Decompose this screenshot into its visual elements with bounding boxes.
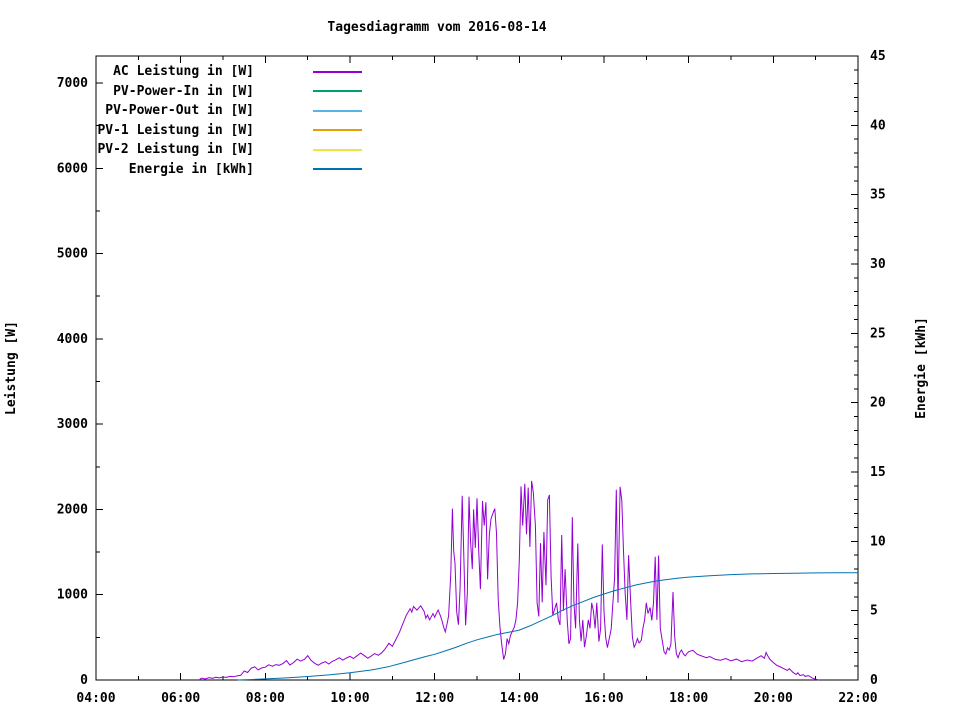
- x-tick-label: 14:00: [500, 691, 539, 706]
- legend-line-sample: [313, 129, 362, 132]
- y-left-tick-label: 7000: [57, 76, 88, 91]
- legend-item-label: PV-1 Leistung in [W]: [97, 122, 254, 138]
- y-right-tick-label: 45: [870, 49, 886, 64]
- chart-canvas: Tagesdiagramm vom 2016-08-14 Leistung [W…: [0, 0, 960, 720]
- x-tick-label: 10:00: [330, 691, 369, 706]
- x-tick-label: 18:00: [669, 691, 708, 706]
- legend-item: AC Leistung in [W]: [96, 62, 362, 82]
- legend-item-label: PV-Power-In in [W]: [113, 83, 254, 99]
- legend-item-label: PV-Power-Out in [W]: [105, 103, 254, 119]
- y-left-tick-label: 3000: [57, 417, 88, 432]
- legend: AC Leistung in [W] PV-Power-In in [W] PV-P…: [96, 62, 362, 179]
- x-tick-label: 08:00: [246, 691, 285, 706]
- y-right-tick-label: 35: [870, 188, 886, 203]
- x-tick-label: 20:00: [754, 691, 793, 706]
- y-left-tick-label: 2000: [57, 502, 88, 517]
- y-right-tick-label: 10: [870, 534, 886, 549]
- legend-item-label: AC Leistung in [W]: [113, 64, 254, 80]
- legend-line-sample: [313, 168, 362, 171]
- legend-item-label: Energie in [kWh]: [128, 161, 254, 177]
- y-left-tick-label: 1000: [57, 588, 88, 603]
- legend-item: PV-2 Leistung in [W]: [96, 140, 362, 160]
- y-right-tick-label: 20: [870, 396, 886, 411]
- series-ac-leistung: [199, 480, 820, 681]
- y-right-tick-label: 40: [870, 118, 886, 133]
- y-left-tick-label: 5000: [57, 247, 88, 262]
- x-tick-label: 16:00: [584, 691, 623, 706]
- legend-line-sample: [313, 70, 362, 73]
- x-tick-label: 04:00: [76, 691, 115, 706]
- legend-line-sample: [313, 148, 362, 151]
- legend-item-label: PV-2 Leistung in [W]: [97, 142, 254, 158]
- x-tick-label: 12:00: [415, 691, 454, 706]
- x-tick-label: 22:00: [838, 691, 877, 706]
- legend-item: PV-Power-In in [W]: [96, 82, 362, 102]
- y-right-tick-label: 25: [870, 326, 886, 341]
- y-right-tick-label: 15: [870, 465, 886, 480]
- y-left-tick-label: 0: [80, 673, 88, 688]
- legend-item: PV-1 Leistung in [W]: [96, 121, 362, 141]
- legend-item: PV-Power-Out in [W]: [96, 101, 362, 121]
- legend-line-sample: [313, 109, 362, 112]
- x-tick-label: 06:00: [161, 691, 200, 706]
- y-right-tick-label: 30: [870, 257, 886, 272]
- y-left-tick-label: 6000: [57, 161, 88, 176]
- y-axis-right: 0 5 10 15 20 25 30 35 40 45: [851, 49, 886, 688]
- y-right-tick-label: 0: [870, 673, 878, 688]
- legend-line-sample: [313, 90, 362, 93]
- legend-item: Energie in [kWh]: [96, 160, 362, 180]
- series-energie: [237, 572, 858, 681]
- y-right-tick-label: 5: [870, 604, 878, 619]
- y-left-tick-label: 4000: [57, 332, 88, 347]
